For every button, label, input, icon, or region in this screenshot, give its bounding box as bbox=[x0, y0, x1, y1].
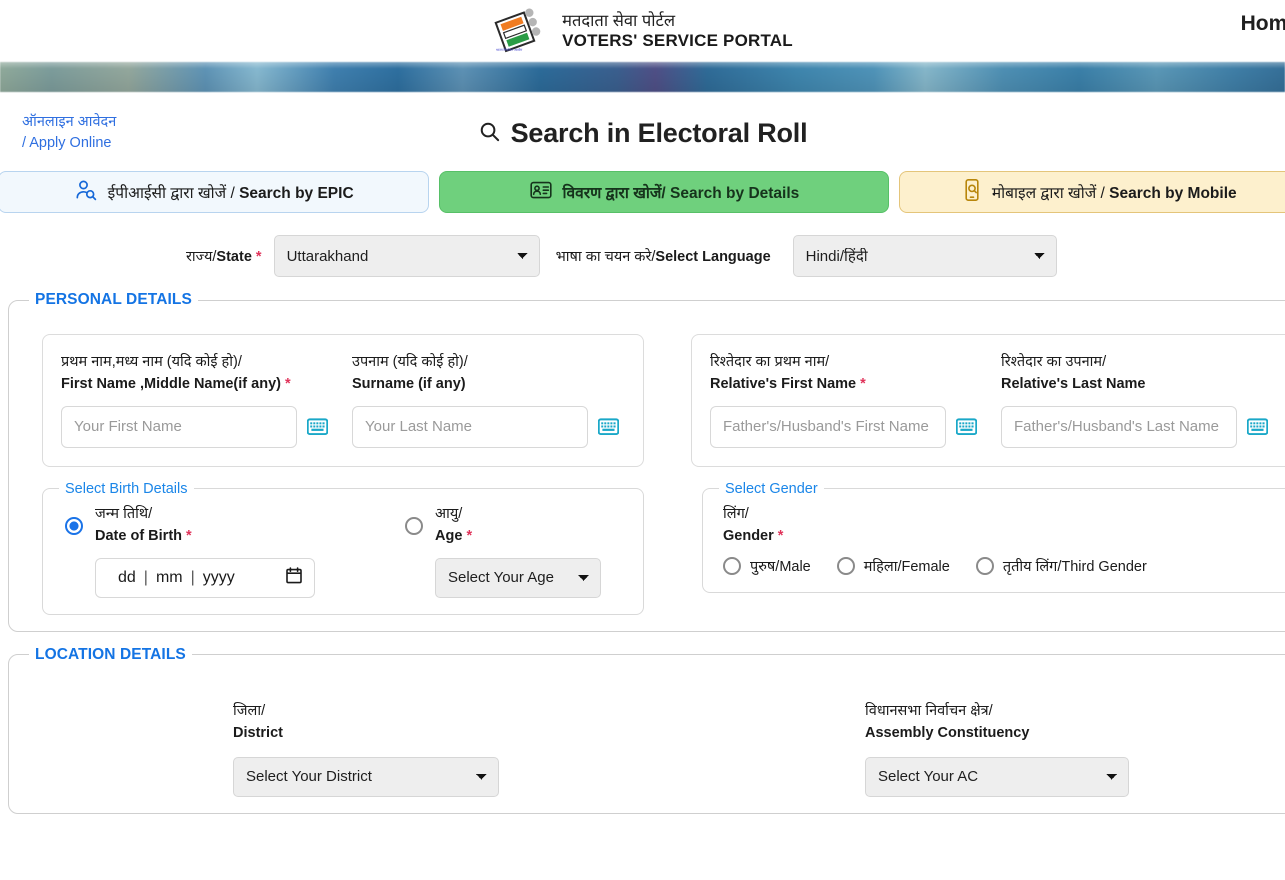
gender-option-male[interactable]: पुरुष/Male bbox=[723, 556, 811, 576]
tab-search-by-epic[interactable]: ईपीआईसी द्वारा खोजें / Search by EPIC bbox=[0, 171, 430, 213]
brand: भारत निर्वाचन आयोग मतदाता सेवा पोर्टल VO… bbox=[492, 7, 793, 55]
tab-search-by-mobile-label: मोबाइल द्वारा खोजें / Search by Mobile bbox=[991, 185, 1237, 202]
relative-first-name-field: रिश्तेदार का प्रथम नाम/ Relative's First… bbox=[710, 351, 978, 448]
gender-fieldset: Select Gender लिंग/ Gender * पुरुष/Male bbox=[702, 480, 1285, 593]
relative-last-name-label: रिश्तेदार का उपनाम/ Relative's Last Name bbox=[1001, 354, 1146, 393]
relative-first-name-input[interactable] bbox=[710, 405, 946, 448]
relative-name-fields-card: रिश्तेदार का प्रथम नाम/ Relative's First… bbox=[691, 334, 1285, 467]
gender-female-label: महिला/Female bbox=[863, 558, 950, 575]
surname-field: उपनाम (यदि कोई हो)/ Surname (if any) bbox=[352, 351, 620, 448]
first-name-input[interactable] bbox=[61, 405, 297, 448]
gender-third-radio[interactable] bbox=[975, 556, 994, 575]
dob-month-segment[interactable]: mm bbox=[148, 569, 191, 587]
gender-radio-group: पुरुष/Male महिला/Female तृतीय लिंग/Third… bbox=[723, 556, 1285, 576]
dob-option: जन्म तिथि/ Date of Birth * dd | mm | yyy… bbox=[65, 503, 315, 598]
gender-option-female[interactable]: महिला/Female bbox=[836, 556, 950, 576]
name-fields-card: प्रथम नाम,मध्य नाम (यदि कोई हो)/ First N… bbox=[42, 334, 644, 467]
district-select[interactable]: Select Your District bbox=[233, 756, 499, 797]
calendar-icon[interactable] bbox=[286, 567, 302, 589]
age-label: आयु/ Age * bbox=[435, 505, 473, 545]
dob-year-segment[interactable]: yyyy bbox=[195, 569, 243, 587]
district-field: जिला/ District Select Your District bbox=[233, 700, 499, 797]
district-label: जिला/ District bbox=[233, 702, 283, 742]
brand-title-english: VOTERS' SERVICE PORTAL bbox=[562, 30, 793, 50]
location-details-legend: LOCATION DETAILS bbox=[35, 645, 186, 663]
state-language-row: राज्य/State * Uttarakhand भाषा का चयन कर… bbox=[0, 235, 1285, 277]
surname-input[interactable] bbox=[352, 405, 588, 448]
relative-last-name-field: रिश्तेदार का उपनाम/ Relative's Last Name bbox=[1001, 351, 1269, 448]
gender-legend: Select Gender bbox=[725, 480, 818, 497]
state-label: राज्य/State * bbox=[186, 249, 262, 265]
first-name-field: प्रथम नाम,मध्य नाम (यदि कोई हो)/ First N… bbox=[61, 351, 329, 448]
gender-male-radio[interactable] bbox=[723, 556, 741, 575]
state-select[interactable]: Uttarakhand bbox=[273, 235, 540, 277]
virtual-keyboard-icon[interactable] bbox=[306, 418, 329, 436]
nav-home-link[interactable]: Home bbox=[1241, 12, 1285, 36]
age-radio[interactable] bbox=[405, 516, 423, 535]
tab-search-by-details-label: विवरण द्वारा खोजें/ Search by Details bbox=[562, 185, 800, 202]
person-search-icon bbox=[74, 179, 98, 206]
birth-details-fieldset: Select Birth Details जन्म तिथि/ Date of … bbox=[42, 480, 644, 615]
language-label: भाषा का चयन करे/Select Language bbox=[555, 249, 771, 265]
birth-details-legend: Select Birth Details bbox=[65, 480, 188, 497]
svg-text:भारत निर्वाचन आयोग: भारत निर्वाचन आयोग bbox=[496, 47, 522, 52]
assembly-constituency-label: विधानसभा निर्वाचन क्षेत्र/ Assembly Cons… bbox=[865, 702, 1030, 742]
tab-search-by-mobile[interactable]: मोबाइल द्वारा खोजें / Search by Mobile bbox=[898, 171, 1285, 213]
relative-first-name-label: रिश्तेदार का प्रथम नाम/ Relative's First… bbox=[710, 354, 866, 393]
virtual-keyboard-icon[interactable] bbox=[1246, 418, 1269, 436]
personal-details-section: PERSONAL DETAILS प्रथम नाम,मध्य नाम (यदि… bbox=[8, 291, 1285, 632]
brand-title-hindi: मतदाता सेवा पोर्टल bbox=[562, 12, 676, 31]
dob-radio[interactable] bbox=[65, 516, 83, 535]
assembly-constituency-select[interactable]: Select Your AC bbox=[865, 756, 1129, 797]
apply-online-link[interactable]: ऑनलाइन आवेदन / Apply Online bbox=[22, 112, 116, 154]
eci-evm-logo-icon: भारत निर्वाचन आयोग bbox=[492, 7, 548, 55]
dob-input[interactable]: dd | mm | yyyy bbox=[95, 557, 315, 598]
tab-search-by-details[interactable]: विवरण द्वारा खोजें/ Search by Details bbox=[439, 171, 889, 213]
personal-details-legend: PERSONAL DETAILS bbox=[35, 291, 192, 308]
id-card-icon bbox=[529, 179, 553, 206]
page-title: Search in Electoral Roll bbox=[510, 118, 808, 148]
relative-last-name-input[interactable] bbox=[1001, 405, 1237, 448]
mobile-search-icon bbox=[962, 178, 982, 207]
location-details-section: LOCATION DETAILS जिला/ District Select Y… bbox=[8, 645, 1285, 814]
language-select[interactable]: Hindi/हिंदी bbox=[792, 235, 1057, 277]
apply-online-english: / Apply Online bbox=[22, 135, 112, 152]
search-icon bbox=[478, 120, 501, 148]
gender-label: लिंग/ Gender * bbox=[723, 505, 784, 545]
page-title-row: Search in Electoral Roll bbox=[0, 118, 1285, 149]
first-name-label: प्रथम नाम,मध्य नाम (यदि कोई हो)/ First N… bbox=[61, 354, 291, 393]
age-select[interactable]: Select Your Age bbox=[435, 557, 601, 598]
dob-label: जन्म तिथि/ Date of Birth * bbox=[95, 505, 192, 545]
virtual-keyboard-icon[interactable] bbox=[597, 418, 620, 436]
site-header: भारत निर्वाचन आयोग मतदाता सेवा पोर्टल VO… bbox=[0, 0, 1285, 62]
surname-label: उपनाम (यदि कोई हो)/ Surname (if any) bbox=[352, 354, 468, 393]
gender-option-third[interactable]: तृतीय लिंग/Third Gender bbox=[975, 556, 1147, 576]
tab-search-by-epic-label: ईपीआईसी द्वारा खोजें / Search by EPIC bbox=[107, 185, 354, 202]
virtual-keyboard-icon[interactable] bbox=[955, 418, 978, 436]
gender-male-label: पुरुष/Male bbox=[750, 558, 811, 575]
banner-image-strip bbox=[0, 62, 1285, 92]
apply-online-hindi: ऑनलाइन आवेदन bbox=[22, 114, 117, 130]
age-option: आयु/ Age * Select Your Age bbox=[405, 503, 601, 598]
dob-day-segment[interactable]: dd bbox=[108, 569, 144, 587]
gender-female-radio[interactable] bbox=[836, 556, 855, 575]
gender-third-label: तृतीय लिंग/Third Gender bbox=[1002, 558, 1147, 575]
assembly-constituency-field: विधानसभा निर्वाचन क्षेत्र/ Assembly Cons… bbox=[865, 700, 1129, 797]
search-mode-tabs: ईपीआईसी द्वारा खोजें / Search by EPIC वि… bbox=[0, 171, 1285, 213]
